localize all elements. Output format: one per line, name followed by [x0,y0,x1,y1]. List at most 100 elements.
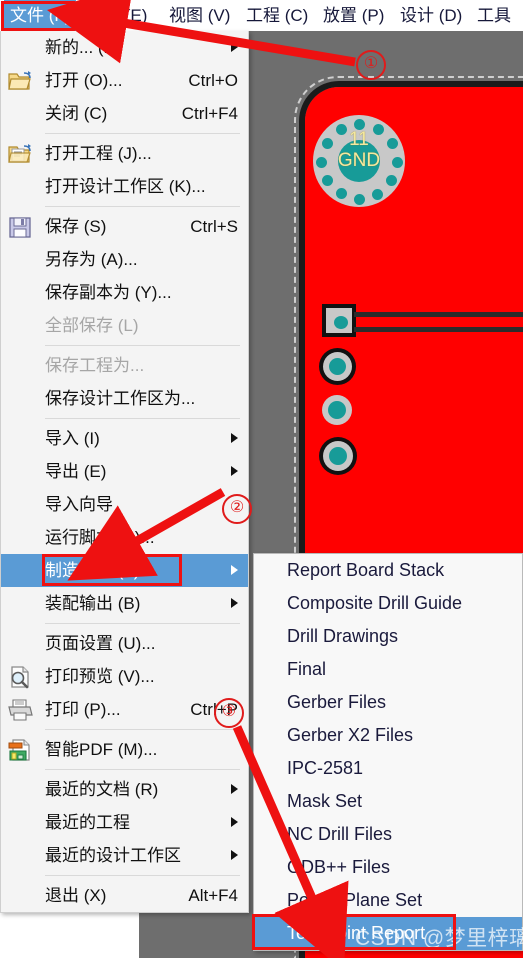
submenu-item-final[interactable]: Final [254,653,522,686]
menu-item-label: 另存为 (A)... [45,250,138,269]
menubar-item-tools[interactable]: 工具 [471,0,517,31]
menu-bar: 文件 (F) 编辑 (E) 视图 (V) 工程 (C) 放置 (P) 设计 (D… [0,0,523,31]
menu-item-export[interactable]: 导出 (E) [1,455,248,488]
menu-item-open-workspace[interactable]: 打开设计工作区 (K)... [1,170,248,203]
copper-trace [354,312,523,317]
menu-item-smart-pdf[interactable]: 智能PDF (M)... [1,733,248,766]
menu-item-import-wizard[interactable]: 导入向导 [1,488,248,521]
menu-item-save-as[interactable]: 另存为 (A)... [1,243,248,276]
menu-item-save-project-as: 保存工程为... [1,349,248,382]
submenu-item-ipc-2581[interactable]: IPC-2581 [254,752,522,785]
submenu-item-gerber-files[interactable]: Gerber Files [254,686,522,719]
menu-item-save[interactable]: 保存 (S) Ctrl+S [1,210,248,243]
fabrication-outputs-submenu: Report Board Stack Composite Drill Guide… [253,553,523,951]
chevron-right-icon [231,565,238,575]
pad-round-hole [329,447,347,465]
menu-separator [45,418,240,419]
menu-item-import[interactable]: 导入 (I) [1,422,248,455]
menu-item-label: 最近的工程 [45,813,130,832]
pad-round[interactable] [319,437,357,475]
chevron-right-icon [231,817,238,827]
menu-item-shortcut: Ctrl+O [188,71,238,90]
menu-item-recent-workspaces[interactable]: 最近的设计工作区 [1,839,248,872]
menu-item-run-script[interactable]: 运行脚本 (S)... [1,521,248,554]
submenu-item-nc-drill-files[interactable]: NC Drill Files [254,818,522,851]
pad-square[interactable] [322,304,356,337]
annotation-box-fabrication-outputs [42,554,182,586]
submenu-item-odb-files[interactable]: ODB++ Files [254,851,522,884]
annotation-step-3: ③ [214,698,244,728]
menu-item-label: 页面设置 (U)... [45,634,156,653]
menu-item-label: 导出 (E) [45,462,107,481]
menu-item-close[interactable]: 关闭 (C) Ctrl+F4 [1,97,248,130]
menu-item-shortcut: Alt+F4 [188,886,238,905]
menu-item-label: 导入 (I) [45,429,100,448]
annotation-step-1: ① [356,50,386,80]
pad-round[interactable] [322,395,352,425]
app-root: 11 GND 文件 (F) 编辑 (E) 视图 (V) 工程 (C) 放置 (P) [0,0,523,958]
menu-separator [45,345,240,346]
submenu-item-drill-drawings[interactable]: Drill Drawings [254,620,522,653]
via-ring-dot [386,175,397,186]
pad-round[interactable] [319,348,356,385]
menu-item-label: 打印 (P)... [45,700,121,719]
printer-icon [7,698,33,722]
menu-item-label: 导入向导 [45,495,113,514]
menu-item-recent-projects[interactable]: 最近的工程 [1,806,248,839]
menu-item-label: 保存副本为 (Y)... [45,283,172,302]
chevron-right-icon [231,466,238,476]
menu-item-save-copy-as[interactable]: 保存副本为 (Y)... [1,276,248,309]
menu-item-label: 保存工程为... [45,356,145,375]
menu-item-print[interactable]: 打印 (P)... Ctrl+P [1,693,248,726]
submenu-item-power-plane-set[interactable]: Power-Plane Set [254,884,522,917]
submenu-item-mask-set[interactable]: Mask Set [254,785,522,818]
menu-item-label: 关闭 (C) [45,104,108,123]
via-ring-dot [322,175,333,186]
menu-item-open[interactable]: 打开 (O)... Ctrl+O [1,64,248,97]
chevron-right-icon [231,598,238,608]
menubar-item-edit[interactable]: 编辑 (E) [80,0,153,31]
menu-item-print-preview[interactable]: 打印预览 (V)... [1,660,248,693]
menu-item-open-project[interactable]: 打开工程 (J)... [1,137,248,170]
pad-round-ring [323,441,353,471]
menu-item-exit[interactable]: 退出 (X) Alt+F4 [1,879,248,912]
via-label: 11 GND [313,129,405,171]
menu-item-save-workspace-as[interactable]: 保存设计工作区为... [1,382,248,415]
via-gnd[interactable]: 11 GND [313,115,405,207]
via-ring-dot [372,189,383,200]
menu-item-new[interactable]: 新的... (N) [1,31,248,64]
chevron-right-icon [231,850,238,860]
open-project-icon [7,142,33,166]
menu-item-recent-documents[interactable]: 最近的文档 (R) [1,773,248,806]
pad-square-hole [334,316,348,329]
menu-item-label: 打开设计工作区 (K)... [45,177,206,196]
chevron-right-icon [231,433,238,443]
annotation-box-test-point-report [252,914,456,950]
menu-item-page-setup[interactable]: 页面设置 (U)... [1,627,248,660]
menubar-item-view[interactable]: 视图 (V) [163,0,236,31]
pad-round-hole [329,358,346,375]
menu-item-shortcut: Ctrl+S [190,217,238,236]
menu-item-label: 打开 (O)... [45,71,123,90]
via-netname: GND [337,150,381,171]
menu-item-label: 打开工程 (J)... [45,144,152,163]
menu-item-label: 保存 (S) [45,217,107,236]
menubar-item-project[interactable]: 工程 (C) [240,0,314,31]
submenu-item-composite-drill-guide[interactable]: Composite Drill Guide [254,587,522,620]
menubar-item-place[interactable]: 放置 (P) [317,0,390,31]
menu-item-assembly-outputs[interactable]: 装配输出 (B) [1,587,248,620]
menu-item-label: 最近的文档 (R) [45,780,159,799]
menu-item-shortcut: Ctrl+F4 [181,104,238,123]
menu-separator [45,729,240,730]
pad-round-hole [328,401,346,419]
menu-item-label: 打印预览 (V)... [45,667,155,686]
menu-item-label: 最近的设计工作区 [45,846,181,865]
open-folder-icon [7,69,33,93]
via-number: 11 [349,129,369,150]
menu-item-label: 运行脚本 (S)... [45,528,155,547]
menubar-item-design[interactable]: 设计 (D) [394,0,468,31]
save-icon [7,215,33,239]
submenu-item-gerber-x2-files[interactable]: Gerber X2 Files [254,719,522,752]
submenu-item-report-board-stack[interactable]: Report Board Stack [254,554,522,587]
chevron-right-icon [231,784,238,794]
